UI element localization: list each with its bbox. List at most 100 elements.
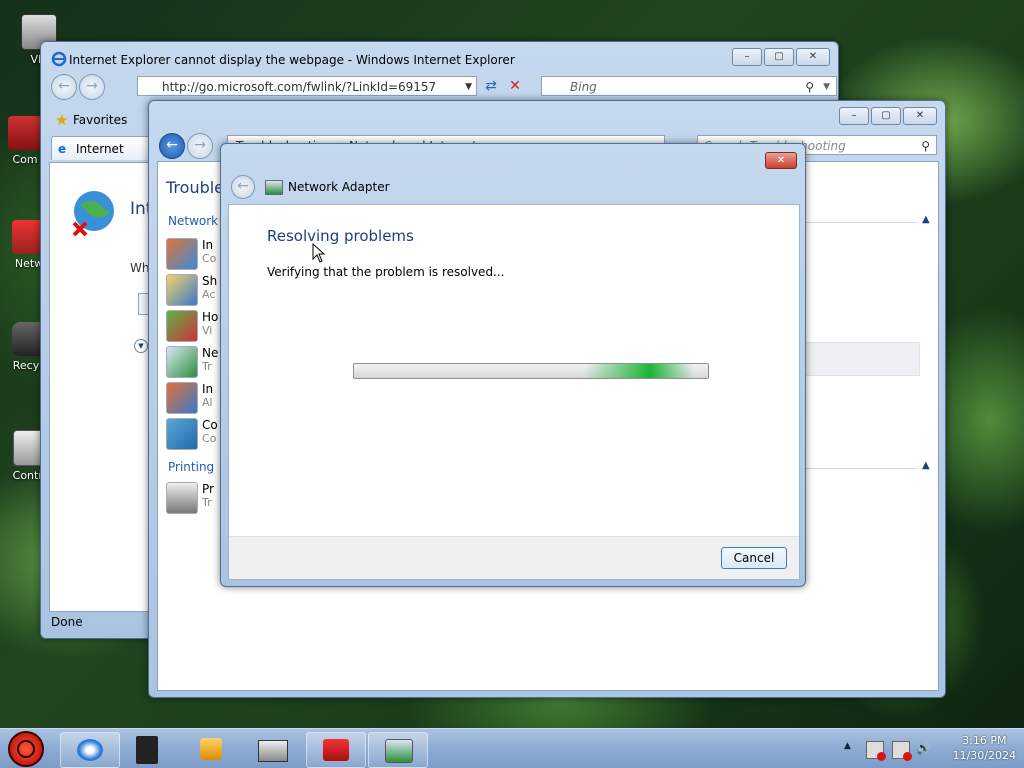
section-printing-label: Printing [168,460,215,474]
expand-icon[interactable]: ▼ [134,339,148,353]
start-button[interactable] [8,731,44,767]
refresh-icon[interactable]: ⇄ [481,76,501,96]
taskbar-network-adapter-button[interactable] [368,732,428,768]
search-icon[interactable]: ⚲ [921,136,930,154]
network-adapter-dialog[interactable]: ✕ ← Network Adapter Resolving problems V… [220,143,806,587]
ie-logo-icon [77,739,103,761]
search-placeholder: Bing [570,80,597,94]
stop-icon[interactable]: ✕ [505,76,525,96]
dialog-title: Network Adapter [288,180,390,194]
ie-navigation-bar: ← → http://go.microsoft.com/fwlink/?Link… [49,74,837,100]
back-button[interactable]: ← [231,175,255,199]
list-item[interactable]: Pr Tr [166,482,226,514]
favorites-button[interactable]: ★ Favorites [53,110,127,130]
list-item[interactable]: In Al [166,382,226,414]
show-hidden-icons-button[interactable]: ▲ [844,741,851,751]
maximize-button[interactable]: ▢ [764,48,794,66]
dialog-heading: Resolving problems [267,227,414,245]
item-subtitle: Vi [202,324,213,337]
clock-date: 11/30/2024 [952,749,1016,762]
item-name: Sh [202,274,218,288]
back-button[interactable]: ← [159,133,185,159]
highlighted-row [798,342,920,376]
cancel-button[interactable]: Cancel [721,547,787,569]
tray-action-center-icon[interactable] [866,741,886,761]
section-divider [798,468,918,469]
incoming-connections-icon [166,382,198,414]
maximize-button[interactable]: ▢ [871,107,901,125]
tray-volume-icon[interactable]: 🔊 [916,741,932,757]
item-name: In [202,238,214,252]
item-subtitle: Ac [202,288,216,301]
minimize-button[interactable]: – [732,48,762,66]
favorites-label: Favorites [73,113,128,127]
tray-error-icon [877,752,886,761]
tray-error-icon [903,752,912,761]
homegroup-icon [166,310,198,342]
search-icon[interactable]: ⚲ [805,77,814,97]
item-subtitle: Co [202,432,217,445]
page-text: Wh [130,261,150,275]
minimize-button[interactable]: – [839,107,869,125]
back-button[interactable]: ← [51,74,77,100]
list-item[interactable]: Ho Vi [166,310,226,342]
progress-bar [353,363,709,379]
search-dropdown-icon[interactable]: ▼ [823,77,830,97]
address-bar[interactable]: http://go.microsoft.com/fwlink/?LinkId=6… [137,76,477,96]
close-button[interactable]: ✕ [903,107,937,125]
printer-icon [166,482,198,514]
close-button[interactable]: ✕ [796,48,830,66]
list-item[interactable]: In Co [166,238,226,270]
desktop-icon-label: Netw [14,257,44,270]
computer-icon [8,116,42,150]
connection-icon [166,418,198,450]
taskbar-control-panel-button[interactable] [244,732,302,766]
close-button[interactable]: ✕ [765,152,797,169]
collapse-network-icon[interactable]: ▲ [922,214,930,225]
taskbar: ▲ 🔊 3:16 PM 11/30/2024 [0,728,1024,768]
taskbar-toolbox-button[interactable] [306,732,366,768]
mouse-cursor-icon [312,243,326,263]
list-item[interactable]: Ne Tr [166,346,226,378]
item-subtitle: Al [202,396,213,409]
address-dropdown-icon[interactable]: ▼ [465,77,472,97]
progress-glow [584,364,694,378]
address-text: http://go.microsoft.com/fwlink/?LinkId=6… [162,80,437,94]
tray-network-icon[interactable] [892,741,912,761]
control-panel-icon [258,740,288,762]
folder-icon [136,736,158,764]
list-item[interactable]: Sh Ac [166,274,226,306]
item-name: Pr [202,482,214,496]
clock-time: 3:16 PM [962,734,1007,747]
ie-search-box[interactable]: Bing ⚲ ▼ [541,76,837,96]
ie-tab[interactable]: e Internet Explor [51,136,161,180]
dialog-footer: Cancel [229,536,799,579]
item-subtitle: Tr [202,496,212,509]
taskbar-explorer-button[interactable] [120,732,178,766]
ie-logo-icon [51,51,67,67]
toolbox-icon [323,739,349,761]
tab-ie-icon: e [58,142,67,156]
shared-folders-icon [166,274,198,306]
item-name: Ho [202,310,219,324]
network-adapter-icon [166,346,198,378]
ie-error-globe-icon [72,191,114,237]
section-divider [798,222,918,223]
section-network-label: Network [168,214,219,228]
clock[interactable]: 3:16 PM 11/30/2024 [953,733,1016,763]
media-player-icon [200,738,222,760]
internet-connections-icon [166,238,198,270]
desktop-icon-label: Com [12,153,38,166]
collapse-printing-icon[interactable]: ▲ [922,460,930,471]
list-item[interactable]: Co Co [166,418,226,450]
taskbar-ie-button[interactable] [60,732,120,768]
network-adapter-icon [385,739,413,763]
taskbar-media-player-button[interactable] [182,732,240,766]
dialog-message: Verifying that the problem is resolved..… [267,265,505,279]
desktop: VM Com Netw Recyc Contro Internet Explor… [0,0,1024,768]
start-orb-icon [17,740,35,758]
forward-button[interactable]: → [79,74,105,100]
forward-button[interactable]: → [187,133,213,159]
item-name: Co [202,418,218,432]
star-icon: ★ [55,111,69,129]
